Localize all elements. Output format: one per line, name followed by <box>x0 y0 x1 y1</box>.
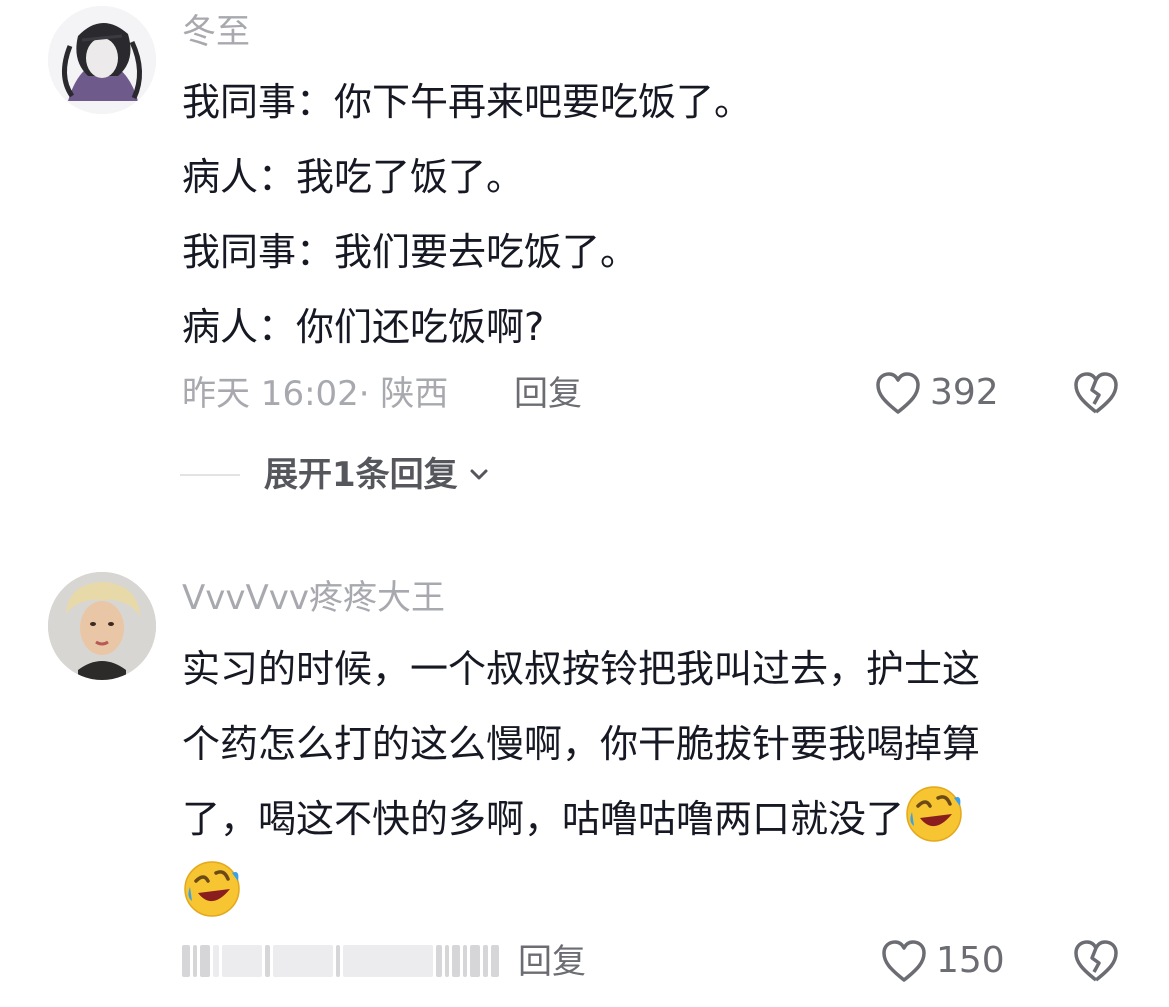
avatar[interactable] <box>48 6 156 114</box>
comment-line: 我同事：我们要去吃饭了。 <box>182 230 639 274</box>
expand-replies-button[interactable]: 展开1条回复 <box>180 455 494 495</box>
dislike-button[interactable] <box>1072 370 1120 420</box>
comment-line <box>182 857 1112 932</box>
expand-replies-label: 展开1条回复 <box>264 455 458 495</box>
like-button[interactable]: 150 <box>880 938 1005 984</box>
username[interactable]: VvvVvv疼疼大王 <box>182 578 445 618</box>
chevron-down-icon <box>470 469 488 480</box>
broken-heart-icon <box>1074 940 1118 982</box>
dislike-button[interactable] <box>1072 938 1120 988</box>
comment-line: 了，喝这不快的多啊，咕噜咕噜两口就没了 <box>182 782 1112 857</box>
like-count: 392 <box>930 372 999 413</box>
like-button[interactable]: 392 <box>874 370 999 416</box>
broken-heart-icon <box>1074 372 1118 414</box>
rolling-on-floor-laughing-emoji <box>906 786 962 842</box>
comment-line: 个药怎么打的这么慢啊，你干脆拔针要我喝掉算 <box>182 722 981 766</box>
reply-button[interactable]: 回复 <box>514 374 582 414</box>
avatar[interactable] <box>48 572 156 680</box>
heart-icon <box>882 940 926 982</box>
comment-meta: 昨天 16:02· 陕西 <box>182 374 449 414</box>
comment-line: 病人：你们还吃饭啊? <box>182 305 545 349</box>
redacted-meta <box>182 945 499 977</box>
comment-line: 实习的时候，一个叔叔按铃把我叫过去，护士这 <box>182 647 981 691</box>
comment-line-text: 了，喝这不快的多啊，咕噜咕噜两口就没了 <box>182 797 905 841</box>
reply-button[interactable]: 回复 <box>518 942 586 982</box>
comment-body: 我同事：你下午再来吧要吃饭了。 病人：我吃了饭了。 我同事：我们要去吃饭了。 病… <box>182 65 1112 365</box>
divider <box>180 474 240 476</box>
username[interactable]: 冬至 <box>182 12 250 52</box>
comment-line: 我同事：你下午再来吧要吃饭了。 <box>182 80 753 124</box>
like-count: 150 <box>936 940 1005 981</box>
comment-body: 实习的时候，一个叔叔按铃把我叫过去，护士这 个药怎么打的这么慢啊，你干脆拔针要我… <box>182 632 1112 932</box>
rolling-on-floor-laughing-emoji <box>184 861 240 917</box>
heart-icon <box>876 372 920 414</box>
comment-line: 病人：我吃了饭了。 <box>182 155 525 199</box>
